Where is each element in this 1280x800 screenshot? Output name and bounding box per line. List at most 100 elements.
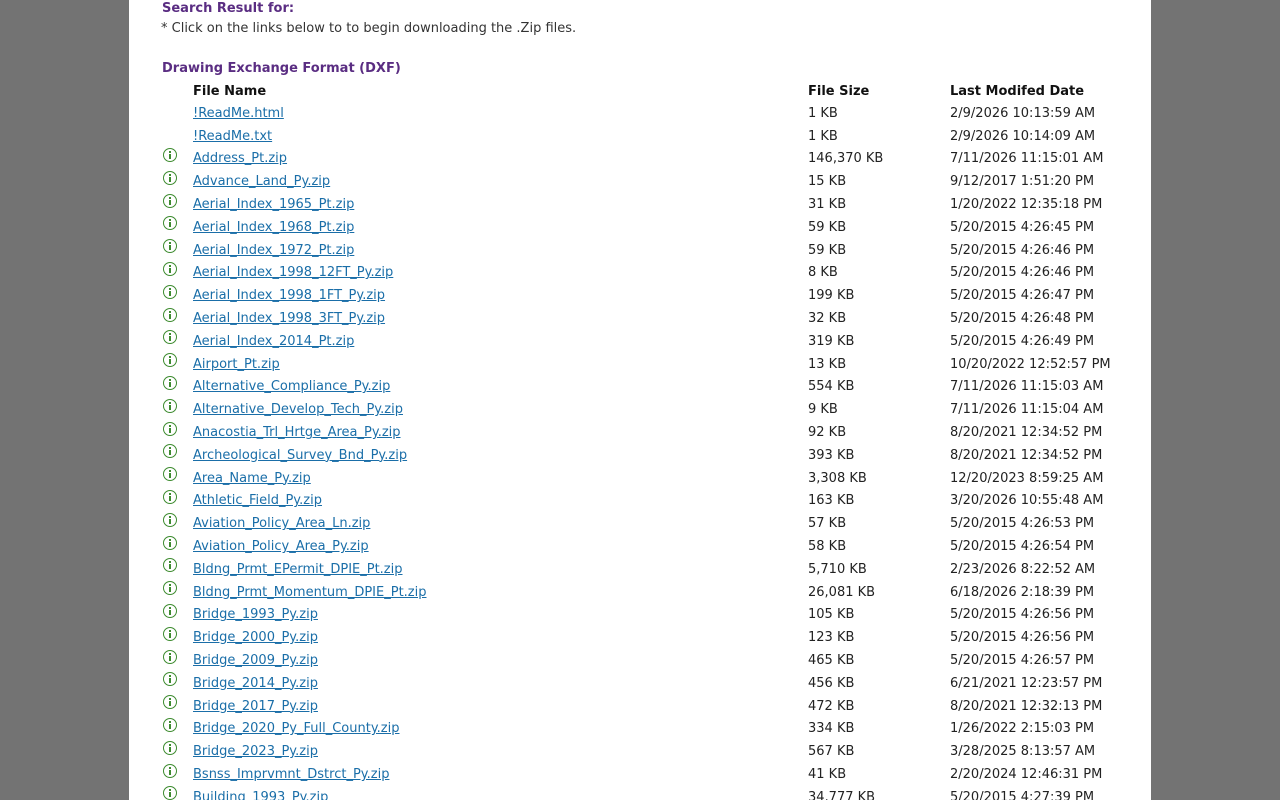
- last-modified-cell: 3/20/2026 10:55:48 AM: [950, 493, 1104, 509]
- file-download-link[interactable]: !ReadMe.txt: [193, 129, 272, 144]
- table-row: Bsnss_Imprvmnt_Dstrct_Py.zip 41 KB 2/20/20…: [162, 763, 1140, 786]
- header-file-name: File Name: [193, 83, 267, 99]
- info-icon[interactable]: [163, 147, 177, 162]
- info-icon[interactable]: [163, 353, 177, 368]
- file-download-link[interactable]: Alternative_Develop_Tech_Py.zip: [193, 402, 403, 417]
- info-icon[interactable]: [163, 421, 177, 436]
- file-download-link[interactable]: Archeological_Survey_Bnd_Py.zip: [193, 448, 407, 463]
- file-download-link[interactable]: Address_Pt.zip: [193, 151, 287, 166]
- info-icon[interactable]: [163, 444, 177, 459]
- icon-cell: [162, 353, 193, 376]
- icon-cell: [162, 147, 193, 171]
- file-download-link[interactable]: Bridge_2020_Py_Full_County.zip: [193, 721, 400, 736]
- file-download-link[interactable]: Aerial_Index_1972_Pt.zip: [193, 243, 354, 258]
- file-download-link[interactable]: Aerial_Index_1998_3FT_Py.zip: [193, 311, 385, 326]
- info-icon[interactable]: [163, 763, 177, 778]
- info-icon[interactable]: [163, 489, 177, 504]
- file-download-link[interactable]: Aviation_Policy_Area_Ln.zip: [193, 516, 370, 531]
- file-download-link[interactable]: Advance_Land_Py.zip: [193, 174, 330, 189]
- info-icon[interactable]: [163, 558, 177, 573]
- file-download-link[interactable]: Bridge_1993_Py.zip: [193, 607, 318, 622]
- icon-cell: [162, 535, 193, 558]
- file-download-link[interactable]: Anacostia_Trl_Hrtge_Area_Py.zip: [193, 425, 401, 440]
- file-download-link[interactable]: Aerial_Index_1998_12FT_Py.zip: [193, 265, 393, 280]
- info-icon[interactable]: [163, 626, 177, 641]
- icon-cell: [162, 193, 193, 216]
- file-name-cell: Alternative_Develop_Tech_Py.zip: [193, 398, 808, 421]
- file-size-cell: 567 KB: [808, 744, 855, 760]
- table-row: Bldng_Prmt_EPermit_DPIE_Pt.zip 5,710 KB 2/…: [162, 558, 1140, 581]
- info-icon[interactable]: [163, 512, 177, 527]
- info-icon[interactable]: [163, 216, 177, 231]
- info-icon[interactable]: [163, 695, 177, 710]
- file-download-link[interactable]: !ReadMe.html: [193, 106, 284, 121]
- info-icon[interactable]: [163, 581, 177, 596]
- table-row: Bridge_2009_Py.zip 465 KB 5/20/2015 4:26:5…: [162, 649, 1140, 672]
- file-download-link[interactable]: Aerial_Index_1965_Pt.zip: [193, 197, 354, 212]
- table-row: Bridge_2000_Py.zip 123 KB 5/20/2015 4:26:5…: [162, 626, 1140, 649]
- info-icon[interactable]: [163, 672, 177, 687]
- header-file-size: File Size: [808, 83, 870, 99]
- info-icon[interactable]: [163, 717, 177, 732]
- file-download-link[interactable]: Bldng_Prmt_EPermit_DPIE_Pt.zip: [193, 562, 403, 577]
- info-icon[interactable]: [163, 193, 177, 208]
- file-download-link[interactable]: Alternative_Compliance_Py.zip: [193, 379, 390, 394]
- info-icon[interactable]: [163, 786, 177, 800]
- file-download-link[interactable]: Bridge_2000_Py.zip: [193, 630, 318, 645]
- table-row: Archeological_Survey_Bnd_Py.zip 393 KB 8/2…: [162, 444, 1140, 467]
- info-icon[interactable]: [163, 467, 177, 482]
- icon-cell: [162, 421, 193, 444]
- file-size-cell: 57 KB: [808, 516, 847, 532]
- info-icon[interactable]: [163, 398, 177, 413]
- file-name-cell: Building_1993_Py.zip: [193, 786, 808, 800]
- icon-cell: [162, 512, 193, 535]
- file-size-cell: 105 KB: [808, 607, 855, 623]
- file-download-link[interactable]: Bldng_Prmt_Momentum_DPIE_Pt.zip: [193, 585, 427, 600]
- info-icon[interactable]: [163, 330, 177, 345]
- icon-cell: [162, 239, 193, 262]
- file-download-link[interactable]: Aerial_Index_1968_Pt.zip: [193, 220, 354, 235]
- info-icon[interactable]: [163, 239, 177, 254]
- table-row: Bldng_Prmt_Momentum_DPIE_Pt.zip 26,081 KB…: [162, 581, 1140, 604]
- header-last-modified: Last Modifed Date: [950, 83, 1085, 99]
- info-icon[interactable]: [163, 375, 177, 390]
- info-icon[interactable]: [163, 307, 177, 322]
- info-icon[interactable]: [163, 170, 177, 185]
- file-name-cell: Bldng_Prmt_EPermit_DPIE_Pt.zip: [193, 558, 808, 581]
- file-size-cell: 59 KB: [808, 219, 847, 235]
- file-name-cell: Aerial_Index_1965_Pt.zip: [193, 193, 808, 216]
- file-download-link[interactable]: Area_Name_Py.zip: [193, 471, 311, 486]
- file-download-link[interactable]: Bridge_2014_Py.zip: [193, 676, 318, 691]
- file-download-link[interactable]: Bridge_2017_Py.zip: [193, 699, 318, 714]
- file-name-cell: Bldng_Prmt_Momentum_DPIE_Pt.zip: [193, 581, 808, 604]
- file-download-link[interactable]: Aviation_Policy_Area_Py.zip: [193, 539, 369, 554]
- icon-cell: [162, 786, 193, 800]
- file-download-link[interactable]: Building_1993_Py.zip: [193, 790, 328, 800]
- info-icon[interactable]: [163, 535, 177, 550]
- info-icon[interactable]: [163, 740, 177, 755]
- last-modified-cell: 8/20/2021 12:34:52 PM: [950, 425, 1103, 441]
- info-icon[interactable]: [163, 284, 177, 299]
- file-download-link[interactable]: Airport_Pt.zip: [193, 357, 280, 372]
- table-row: Alternative_Develop_Tech_Py.zip 9 KB 7/11/…: [162, 398, 1140, 421]
- table-row: Bridge_2020_Py_Full_County.zip 334 KB 1/26…: [162, 717, 1140, 741]
- table-row: Aerial_Index_1965_Pt.zip 31 KB 1/20/2022 1…: [162, 193, 1140, 216]
- info-icon[interactable]: [163, 649, 177, 664]
- info-icon[interactable]: [163, 603, 177, 618]
- table-row: Athletic_Field_Py.zip 163 KB 3/20/2026 10:…: [162, 489, 1140, 513]
- file-download-link[interactable]: Bridge_2009_Py.zip: [193, 653, 318, 668]
- info-icon[interactable]: [163, 261, 177, 276]
- icon-cell: [162, 170, 193, 193]
- file-name-cell: Aerial_Index_1998_1FT_Py.zip: [193, 284, 808, 307]
- file-name-cell: Aviation_Policy_Area_Ln.zip: [193, 512, 808, 535]
- last-modified-cell: 10/20/2022 12:52:57 PM: [950, 356, 1111, 372]
- file-size-cell: 26,081 KB: [808, 584, 876, 600]
- file-name-cell: Aerial_Index_1972_Pt.zip: [193, 239, 808, 262]
- file-download-link[interactable]: Bsnss_Imprvmnt_Dstrct_Py.zip: [193, 767, 389, 782]
- file-download-link[interactable]: Athletic_Field_Py.zip: [193, 493, 322, 508]
- file-name-cell: Anacostia_Trl_Hrtge_Area_Py.zip: [193, 421, 808, 444]
- file-download-link[interactable]: Aerial_Index_1998_1FT_Py.zip: [193, 288, 385, 303]
- table-row: Bridge_2017_Py.zip 472 KB 8/20/2021 12:32:…: [162, 695, 1140, 718]
- file-download-link[interactable]: Bridge_2023_Py.zip: [193, 744, 318, 759]
- file-download-link[interactable]: Aerial_Index_2014_Pt.zip: [193, 334, 354, 349]
